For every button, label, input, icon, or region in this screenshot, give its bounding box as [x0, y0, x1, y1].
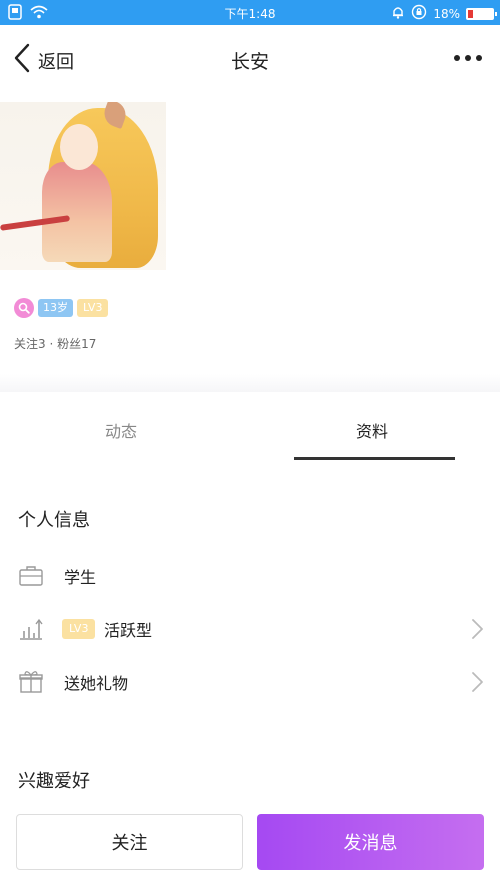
- search-icon: [18, 302, 30, 314]
- alarm-icon: [391, 5, 405, 22]
- rotation-lock-icon: [411, 4, 427, 23]
- page-title: 长安: [230, 51, 269, 73]
- tab-bar: 动态 资料: [0, 392, 500, 462]
- tab-dynamic[interactable]: 动态: [105, 418, 137, 442]
- status-bar: 下午1:48 18%: [0, 0, 500, 25]
- hobbies-title: 兴趣爱好: [18, 771, 90, 792]
- tab-profile[interactable]: 资料: [356, 418, 388, 442]
- chevron-right-icon: [470, 671, 484, 693]
- follow-button[interactable]: 关注: [16, 814, 243, 870]
- briefcase-icon: [18, 563, 44, 589]
- occupation-row: 学生: [0, 556, 500, 596]
- level-badge: LV3: [77, 299, 109, 317]
- search-badge: [14, 298, 34, 318]
- navigation-bar: 返回 长安: [0, 25, 500, 95]
- send-gift-label: 送她礼物: [64, 674, 129, 693]
- more-icon[interactable]: [454, 55, 482, 61]
- follow-stats: 关注3 · 粉丝17: [14, 337, 97, 351]
- activity-type-label: 活跃型: [104, 621, 153, 640]
- battery-icon: [466, 7, 497, 20]
- status-right: 18%: [391, 4, 497, 23]
- bar-chart-icon: [18, 616, 44, 642]
- battery-percent: 18%: [433, 6, 460, 21]
- activity-row[interactable]: LV3 活跃型: [0, 609, 500, 649]
- avatar[interactable]: [0, 102, 166, 270]
- active-tab-indicator: [294, 457, 455, 460]
- age-badge: 13岁: [38, 299, 73, 317]
- activity-level-badge: LV3: [62, 619, 96, 639]
- gift-icon: [18, 669, 44, 695]
- section-divider: [0, 374, 500, 392]
- gift-row[interactable]: 送她礼物: [0, 662, 500, 702]
- occupation-label: 学生: [64, 568, 97, 587]
- chevron-right-icon: [470, 618, 484, 640]
- personal-info-title: 个人信息: [18, 510, 90, 531]
- profile-badges: 13岁 LV3: [14, 298, 109, 318]
- send-message-button[interactable]: 发消息: [257, 814, 484, 870]
